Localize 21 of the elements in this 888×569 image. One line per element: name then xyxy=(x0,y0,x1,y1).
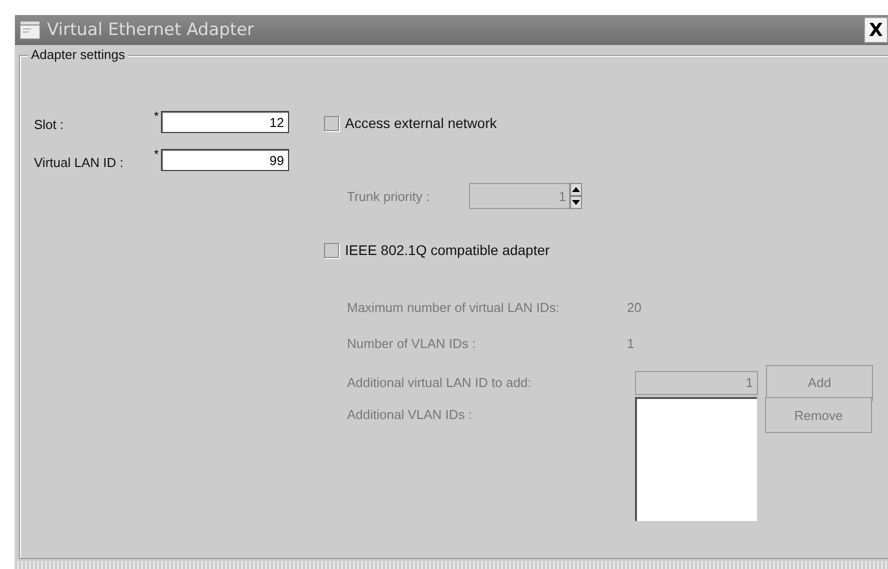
required-mark: * xyxy=(154,109,160,123)
checkbox[interactable] xyxy=(324,242,339,258)
window-icon xyxy=(19,20,41,40)
close-button[interactable]: X xyxy=(864,17,888,43)
value-text: 1 xyxy=(627,336,634,351)
text-field[interactable]: 12 xyxy=(161,111,289,133)
field-label: Trunk priority : xyxy=(347,188,431,204)
field-label: Virtual LAN ID : xyxy=(34,155,124,170)
checkbox-label: IEEE 802.1Q compatible adapter xyxy=(345,242,550,258)
field-label: Maximum number of virtual LAN IDs: xyxy=(347,300,560,315)
field-label: Number of VLAN IDs : xyxy=(347,336,477,351)
required-mark: * xyxy=(154,147,160,161)
value-text: 20 xyxy=(627,300,642,315)
checkbox[interactable] xyxy=(324,116,339,130)
group-title: Adapter settings xyxy=(28,47,128,62)
field-label: Additional VLAN IDs : xyxy=(347,407,474,422)
text-field[interactable]: 99 xyxy=(161,149,289,171)
checkbox-label: Access external network xyxy=(345,115,497,131)
window-title: Virtual Ethernet Adapter xyxy=(47,20,256,40)
field-label: Additional virtual LAN ID to add: xyxy=(347,375,532,390)
field-label: Slot : xyxy=(34,117,65,132)
